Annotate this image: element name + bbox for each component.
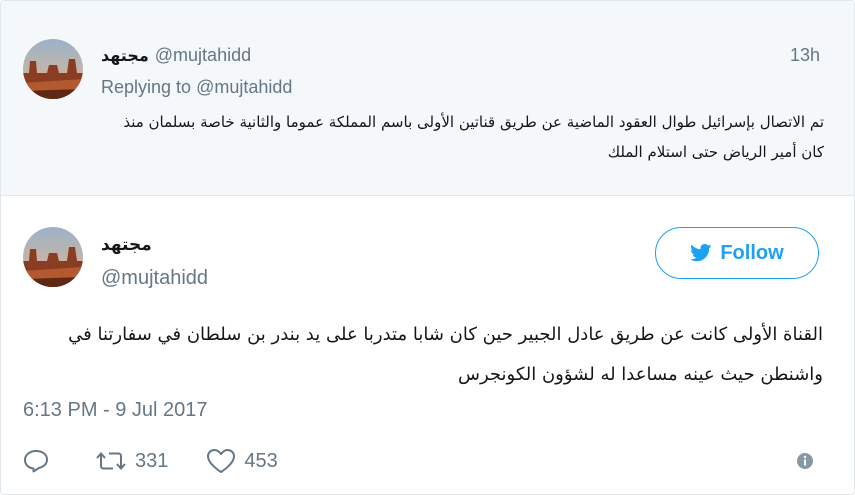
parent-tweet-text: تم الاتصال بإسرائيل طوال العقود الماضية … (123, 113, 824, 161)
replying-to: Replying to @mujtahidd (101, 77, 292, 98)
reply-icon (24, 450, 48, 473)
tweet-text: القناة الأولى كانت عن طريق عادل الجبير ح… (68, 324, 823, 385)
avatar[interactable] (23, 39, 83, 99)
parent-tweet[interactable]: مجتهد @mujtahidd 13h Replying to @mujtahi… (1, 1, 854, 196)
like-count: 453 (244, 449, 278, 472)
parent-handle[interactable]: @mujtahidd (155, 45, 251, 65)
avatar-image (23, 39, 83, 99)
like-button[interactable]: 453 (206, 448, 278, 474)
follow-button[interactable]: Follow (655, 227, 819, 279)
info-icon (797, 453, 813, 469)
heart-icon (207, 449, 236, 473)
tweet-actions: 331 453 (23, 444, 316, 478)
retweet-icon (96, 451, 126, 471)
tweet-embed-card: مجتهد @mujtahidd 13h Replying to @mujtahi… (0, 0, 855, 495)
retweet-button[interactable]: 331 (95, 449, 168, 473)
twitter-bird-icon (690, 244, 712, 262)
tweet-date[interactable]: 6:13 PM - 9 Jul 2017 (23, 399, 208, 422)
avatar-image (23, 227, 83, 287)
parent-header: مجتهد @mujtahidd (101, 45, 251, 66)
avatar[interactable] (23, 227, 83, 287)
handle[interactable]: @mujtahidd (101, 267, 208, 290)
reply-button[interactable] (23, 449, 57, 473)
replying-mention[interactable]: @mujtahidd (196, 77, 292, 97)
parent-display-name[interactable]: مجتهد (101, 46, 149, 65)
follow-label: Follow (720, 241, 784, 264)
retweet-count: 331 (135, 449, 169, 472)
info-button[interactable] (796, 452, 814, 475)
replying-label: Replying to (101, 77, 192, 97)
parent-timestamp[interactable]: 13h (790, 45, 820, 66)
display-name[interactable]: مجتهد (101, 235, 152, 255)
